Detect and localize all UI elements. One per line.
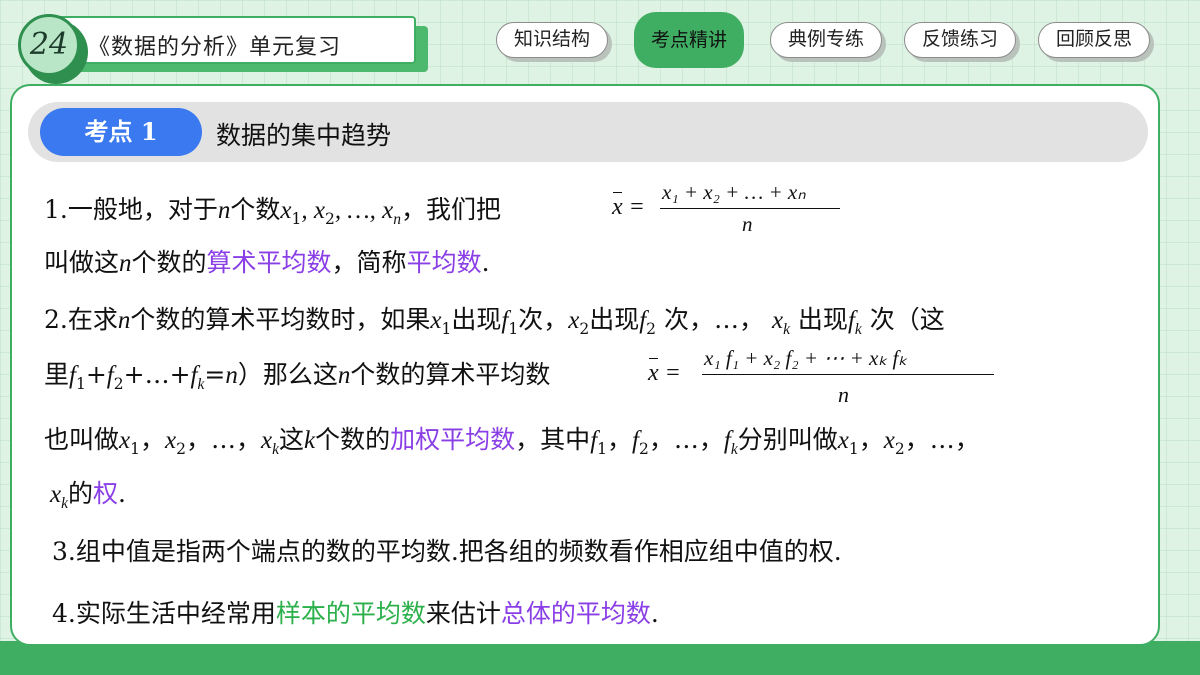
- term-weighted-mean: 加权平均数: [390, 425, 516, 454]
- term-sample-mean: 样本的平均数: [275, 599, 426, 628]
- lesson-title: 《数据的分析》单元复习: [88, 35, 342, 60]
- tab-key-points[interactable]: 考点精讲: [634, 12, 744, 68]
- paragraph-1-line-2: 叫做这n个数的算术平均数，简称平均数.: [44, 248, 490, 277]
- tab-knowledge-structure[interactable]: 知识结构: [496, 22, 608, 58]
- term-mean: 平均数: [406, 248, 482, 277]
- paragraph-4: 4.实际生活中经常用样本的平均数来估计总体的平均数.: [52, 599, 659, 628]
- paragraph-2-line-2: 里f1+f2+…+fk=n）那么这n个数的算术平均数: [44, 360, 551, 393]
- weighted-mean-formula: x = x₁ f₁ + x₂ f₂ + ⋯ + xₖ fₖ n: [648, 344, 1008, 414]
- lesson-number-badge: 24: [18, 14, 80, 76]
- tab-review-reflection[interactable]: 回顾反思: [1038, 22, 1150, 58]
- paragraph-1-line-1: 1.一般地，对于n个数x1, x2, …, xn，我们把: [44, 195, 501, 228]
- paragraph-2-line-1: 2.在求n个数的算术平均数时，如果x1出现f1次，x2出现f2 次，…， xk …: [44, 305, 945, 338]
- arithmetic-mean-formula: x = x₁ + x₂ + … + xₙ n: [612, 180, 852, 240]
- tab-typical-examples[interactable]: 典例专练: [770, 22, 882, 58]
- paragraph-3: 3.组中值是指两个端点的数的平均数.把各组的频数看作相应组中值的权.: [52, 537, 842, 566]
- topic-title: 数据的集中趋势: [216, 121, 392, 150]
- term-population-mean: 总体的平均数: [500, 599, 651, 628]
- paragraph-2-line-4: xk的权.: [50, 479, 126, 512]
- term-arithmetic-mean: 算术平均数: [206, 248, 332, 277]
- topic-badge: 考点 1: [40, 108, 202, 156]
- term-weight: 权: [93, 479, 119, 508]
- tab-feedback-exercise[interactable]: 反馈练习: [904, 22, 1016, 58]
- paragraph-2-line-3: 也叫做x1，x2，…，xk这k个数的加权平均数，其中f1，f2，…，fk分别叫做…: [44, 425, 980, 458]
- bottom-band: [0, 641, 1200, 675]
